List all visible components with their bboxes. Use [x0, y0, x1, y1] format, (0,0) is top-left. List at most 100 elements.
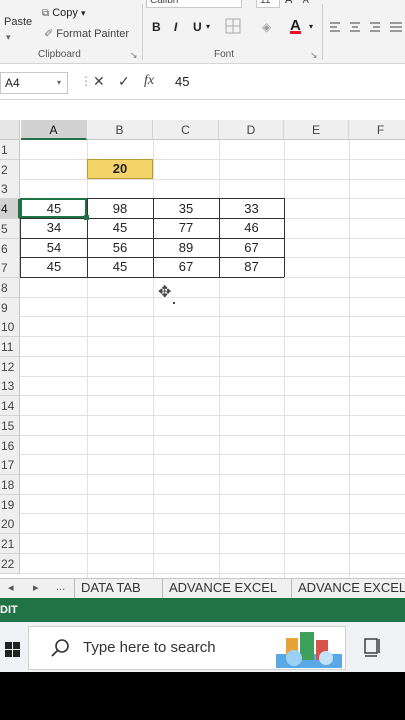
cell-cursor-icon: ✥ [158, 284, 172, 301]
fill-color-icon[interactable]: ◈ [262, 20, 271, 34]
sheet-tab[interactable]: ADVANCE EXCEL [291, 579, 405, 599]
row-header[interactable]: 13 [0, 376, 20, 397]
row-header[interactable]: 20 [0, 514, 20, 535]
cancel-icon[interactable]: ✕ [93, 72, 105, 90]
windows-start-icon[interactable] [5, 642, 21, 658]
font-size-dropdown[interactable]: 11 [256, 0, 280, 8]
paste-button[interactable]: Paste [4, 16, 32, 28]
table-cell[interactable]: 87 [219, 257, 284, 277]
table-cell[interactable]: 45 [87, 257, 153, 277]
table-cell[interactable]: 67 [153, 257, 219, 277]
column-header-d[interactable]: D [219, 120, 284, 140]
row-header[interactable]: 2 [0, 159, 20, 180]
formula-bar: A4 ▾ ⋮ ✕ ✓ fx 45 [0, 64, 405, 100]
name-box-dropdown-icon[interactable]: ▾ [57, 73, 61, 93]
clipboard-launcher-icon[interactable]: ↘ [130, 50, 138, 61]
active-cell-a4[interactable] [20, 198, 87, 218]
row-header[interactable]: 7 [0, 258, 20, 279]
row-header[interactable]: 3 [0, 179, 20, 200]
table-cell[interactable]: 45 [87, 218, 153, 238]
column-header-a[interactable]: A [21, 120, 87, 140]
font-launcher-icon[interactable]: ↘ [310, 50, 318, 61]
gridline [20, 494, 405, 495]
gridline [20, 454, 405, 455]
search-icon [51, 639, 69, 657]
table-cell[interactable]: 77 [153, 218, 219, 238]
row-header[interactable]: 8 [0, 277, 20, 298]
font-group-label: Font [214, 49, 235, 60]
table-cell[interactable]: 54 [21, 238, 87, 258]
enter-check-icon[interactable]: ✓ [118, 72, 130, 90]
column-header-e[interactable]: E [284, 120, 349, 140]
font-color-dropdown-icon[interactable]: ▾ [309, 20, 313, 34]
insert-function-icon[interactable]: fx [144, 72, 154, 90]
row-header[interactable]: 9 [0, 297, 20, 318]
column-header-c[interactable]: C [153, 120, 219, 140]
table-border [284, 198, 285, 277]
excel-window: Paste ▾ ⧉ Copy ▾ ✐ Format Painter Clipbo… [0, 0, 405, 720]
sheet-more-button[interactable]: ... [56, 581, 65, 593]
row-header[interactable]: 21 [0, 534, 20, 554]
select-all-corner[interactable] [0, 120, 20, 140]
underline-dropdown-icon[interactable]: ▾ [206, 20, 210, 34]
search-highlight-illustration-icon [276, 632, 342, 668]
sheet-nav-next-icon[interactable]: ▸ [33, 581, 39, 594]
grow-font-button[interactable]: A A [285, 0, 309, 6]
copy-dropdown-icon[interactable]: ▾ [81, 8, 86, 18]
row-header[interactable]: 18 [0, 474, 20, 495]
gridline [20, 513, 405, 514]
task-view-icon[interactable] [362, 636, 382, 658]
sheet-tab-bar: ◂ ▸ ... DATA TAB ADVANCE EXCEL ADVANCE E… [0, 578, 405, 599]
sheet-nav-prev-icon[interactable]: ◂ [8, 581, 14, 594]
gridline [20, 376, 405, 377]
borders-icon[interactable] [225, 18, 241, 34]
row-header[interactable]: 6 [0, 238, 20, 259]
name-box[interactable]: A4 ▾ [0, 72, 68, 94]
table-cell[interactable]: 34 [21, 218, 87, 238]
row-header[interactable]: 19 [0, 494, 20, 515]
table-border [20, 277, 284, 278]
group-divider [322, 4, 323, 60]
paintbrush-icon: ✐ [44, 28, 54, 40]
table-cell[interactable]: 98 [87, 199, 153, 219]
row-header[interactable]: 5 [0, 218, 20, 239]
sheet-tab[interactable]: DATA TAB [74, 579, 147, 599]
row-header[interactable]: 11 [0, 337, 20, 357]
table-cell[interactable]: 89 [153, 238, 219, 258]
sheet-tab[interactable]: ADVANCE EXCEL [162, 579, 283, 599]
cursor-dot [173, 302, 175, 304]
underline-button[interactable]: U [193, 20, 202, 34]
font-name-dropdown[interactable]: Calibri [146, 0, 242, 8]
copy-button[interactable]: ⧉ Copy ▾ [42, 7, 85, 19]
table-cell[interactable]: 56 [87, 238, 153, 258]
row-header[interactable]: 14 [0, 396, 20, 417]
row-header[interactable]: 10 [0, 317, 20, 338]
grow-font-label: A [285, 0, 292, 6]
paste-dropdown-icon[interactable]: ▾ [6, 32, 11, 43]
format-painter-button[interactable]: ✐ Format Painter [44, 27, 129, 40]
row-header[interactable]: 15 [0, 415, 20, 436]
row-header[interactable]: 1 [0, 140, 20, 160]
table-cell[interactable]: 33 [219, 199, 284, 219]
fill-handle[interactable] [84, 215, 89, 220]
formula-bar-grip: ⋮ [80, 74, 92, 88]
group-divider [142, 4, 143, 60]
column-header-b[interactable]: B [87, 120, 153, 140]
table-cell[interactable]: 67 [219, 238, 284, 258]
row-header[interactable]: 12 [0, 356, 20, 377]
formula-input[interactable]: 45 [175, 74, 189, 89]
row-header[interactable]: 17 [0, 455, 20, 476]
gridline [20, 553, 405, 554]
table-cell[interactable]: 35 [153, 199, 219, 219]
row-header[interactable]: 4 [0, 199, 20, 220]
table-cell[interactable]: 45 [21, 257, 87, 277]
italic-button[interactable]: I [174, 20, 177, 34]
table-cell[interactable]: 46 [219, 218, 284, 238]
row-header[interactable]: 22 [0, 553, 20, 574]
bold-button[interactable]: B [152, 20, 161, 34]
column-header-f[interactable]: F [349, 120, 405, 140]
font-color-button[interactable]: A [290, 18, 301, 34]
windows-taskbar: Type here to search [0, 622, 405, 672]
highlighted-cell-b2[interactable]: 20 [87, 159, 153, 179]
row-header[interactable]: 16 [0, 435, 20, 456]
